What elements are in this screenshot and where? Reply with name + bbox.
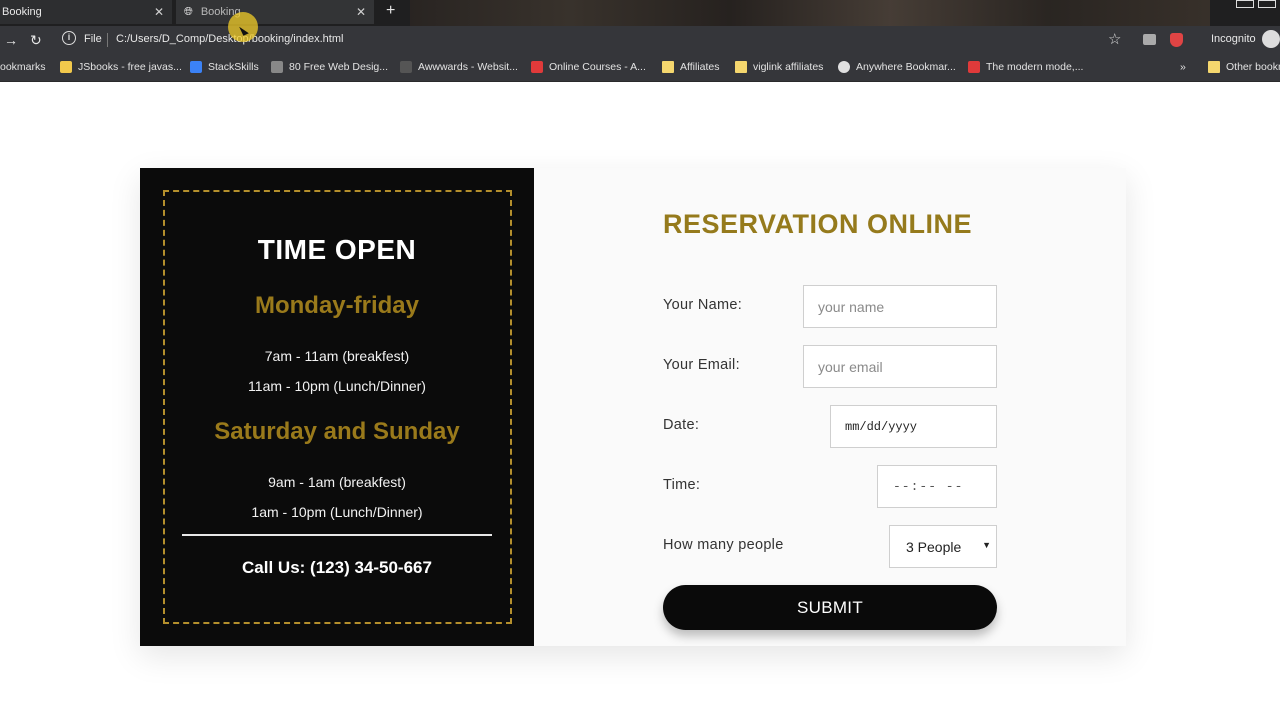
new-tab-button[interactable]: + — [386, 2, 395, 20]
submit-button[interactable]: SUBMIT — [663, 585, 997, 630]
bookmark-item[interactable]: StackSkills — [190, 61, 259, 73]
incognito-avatar-icon[interactable] — [1262, 30, 1280, 48]
tab-booking-1[interactable]: Booking ✕ — [0, 0, 172, 24]
maximize-icon[interactable] — [1258, 0, 1276, 8]
bookmarks-bar: ookmarks JSbooks - free javas... StackSk… — [0, 54, 1280, 82]
bookmark-label: Online Courses - A... — [549, 61, 646, 73]
divider — [107, 33, 108, 47]
more-bookmarks-button[interactable]: » — [1180, 61, 1186, 73]
bookmark-label: 80 Free Web Desig... — [289, 61, 389, 73]
booking-card: TIME OPEN Monday-friday 7am - 11am (brea… — [140, 168, 1126, 646]
incognito-label: Incognito — [1211, 33, 1256, 45]
awwwards-icon — [400, 61, 412, 73]
hours-title: TIME OPEN — [257, 234, 417, 265]
weekend-breakfast-hours: 9am - 1am (breakfest) — [268, 474, 406, 490]
other-bookmarks-folder[interactable]: Other bookm — [1208, 61, 1280, 73]
bookmark-item[interactable]: Awwwards - Websit... — [400, 61, 518, 73]
dropdown-arrow-icon: ▼ — [982, 540, 991, 550]
bookmark-label: ookmarks — [0, 61, 46, 73]
online-courses-icon — [531, 61, 543, 73]
weekend-lunch-hours: 1am - 10pm (Lunch/Dinner) — [251, 504, 423, 520]
mouse-cursor-highlight — [228, 12, 258, 42]
people-label: How many people — [663, 537, 784, 553]
email-label: Your Email: — [663, 357, 740, 373]
tab-booking-2[interactable]: 🌐︎ Booking ✕ — [176, 0, 374, 24]
camera-extension-icon[interactable] — [1143, 34, 1156, 45]
people-select-value: 3 People — [906, 538, 962, 555]
email-input[interactable]: your email — [803, 345, 997, 388]
bookmark-label: viglink affiliates — [753, 61, 824, 73]
bookmark-item[interactable]: 80 Free Web Desig... — [271, 61, 388, 73]
people-select[interactable]: 3 People ▼ — [889, 525, 997, 568]
globe-icon: 🌐︎ — [184, 5, 193, 18]
bookmark-item[interactable]: JSbooks - free javas... — [60, 61, 182, 73]
folder-icon — [662, 61, 674, 73]
tab-bar-background — [410, 0, 1210, 26]
browser-tab-bar: Booking ✕ 🌐︎ Booking ✕ + — [0, 0, 1280, 26]
bookmark-label: Affiliates — [680, 61, 720, 73]
bookmark-item[interactable]: Online Courses - A... — [531, 61, 646, 73]
name-input[interactable]: your name — [803, 285, 997, 328]
file-scheme-label: File — [84, 33, 102, 45]
bookmark-label: Other bookm — [1226, 61, 1280, 73]
bookmark-star-icon[interactable]: ☆ — [1108, 30, 1121, 48]
time-label: Time: — [663, 477, 701, 493]
call-us-text: Call Us: (123) 34-50-667 — [242, 558, 432, 577]
forward-icon[interactable]: → — [4, 32, 18, 48]
modern-mode-icon — [968, 61, 980, 73]
weekday-lunch-hours: 11am - 10pm (Lunch/Dinner) — [248, 378, 426, 394]
close-tab-icon[interactable]: ✕ — [356, 5, 366, 19]
form-title: RESERVATION ONLINE — [663, 209, 973, 239]
bookmark-item[interactable]: Affiliates — [662, 61, 720, 73]
folder-icon — [1208, 61, 1220, 73]
bookmark-item[interactable]: The modern mode,... — [968, 61, 1083, 73]
window-controls — [1236, 0, 1276, 8]
date-label: Date: — [663, 417, 700, 433]
weekday-breakfast-hours: 7am - 11am (breakfest) — [264, 348, 410, 364]
bookmark-label: StackSkills — [208, 61, 259, 73]
bookmark-label: Awwwards - Websit... — [418, 61, 518, 73]
bookmark-label: The modern mode,... — [986, 61, 1084, 73]
weekend-label: Saturday and Sunday — [214, 418, 460, 445]
bookmark-label: JSbooks - free javas... — [78, 61, 182, 73]
bookmark-label: Anywhere Bookmar... — [856, 61, 956, 73]
web-design-icon — [271, 61, 283, 73]
stackskills-icon — [190, 61, 202, 73]
shield-extension-icon[interactable] — [1170, 33, 1183, 47]
close-tab-icon[interactable]: ✕ — [154, 5, 164, 19]
bookmark-item[interactable]: viglink affiliates — [735, 61, 823, 73]
reload-icon[interactable]: ↻ — [30, 32, 42, 49]
minimize-icon[interactable] — [1236, 0, 1254, 8]
bookmark-item[interactable]: ookmarks — [0, 61, 46, 73]
date-input[interactable]: mm/dd/yyyy — [830, 405, 997, 448]
time-input[interactable]: --:-- -- — [877, 465, 997, 508]
jsbooks-icon — [60, 61, 72, 73]
address-bar: → ↻ i File C:/Users/D_Comp/Desktop/booki… — [0, 26, 1280, 54]
info-icon[interactable]: i — [62, 31, 76, 45]
cursor-arrow-icon — [239, 24, 249, 36]
weekday-label: Monday-friday — [254, 292, 419, 319]
globe-icon — [838, 61, 850, 73]
bookmark-item[interactable]: Anywhere Bookmar... — [838, 61, 956, 73]
folder-icon — [735, 61, 747, 73]
name-label: Your Name: — [663, 297, 743, 313]
tab-label: Booking — [2, 6, 42, 18]
hours-panel: TIME OPEN Monday-friday 7am - 11am (brea… — [140, 168, 534, 646]
divider — [182, 534, 492, 536]
